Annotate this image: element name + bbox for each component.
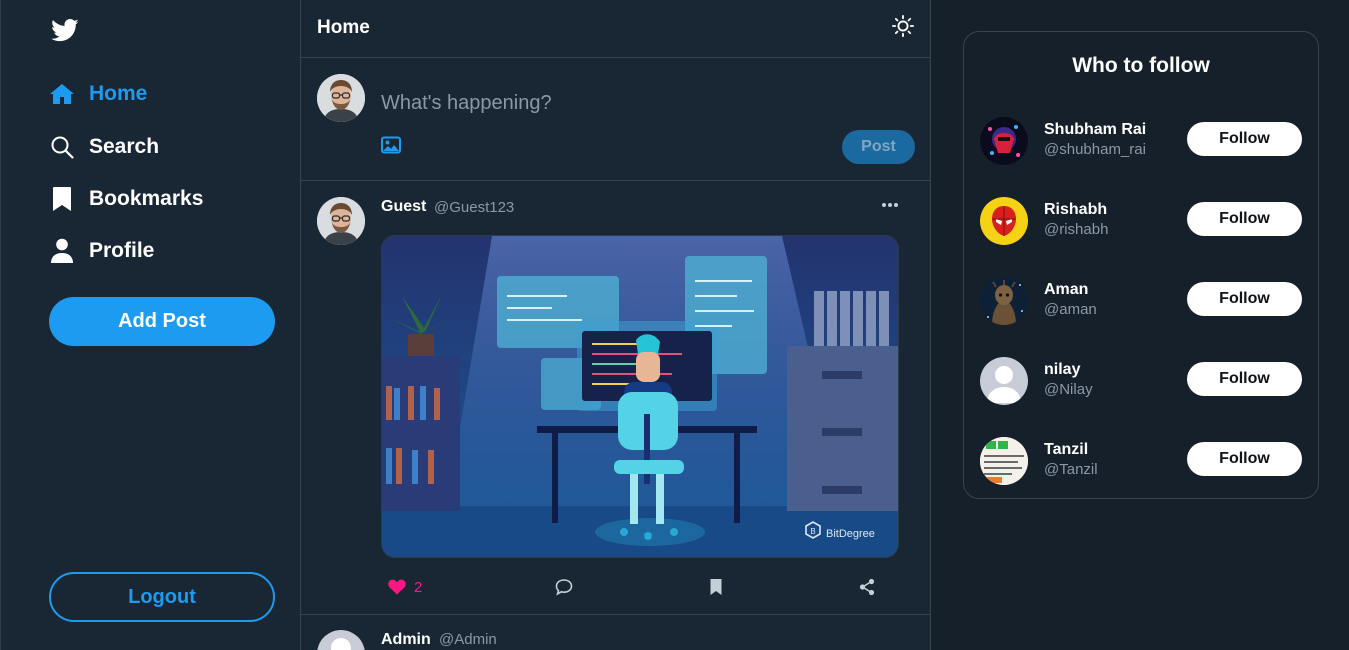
avatar[interactable] (980, 277, 1028, 325)
follow-button[interactable]: Follow (1187, 442, 1302, 476)
home-icon (49, 81, 75, 107)
like-count: 2 (414, 578, 423, 596)
follow-user-name: Tanzil (1044, 441, 1089, 458)
who-to-follow-panel: Who to follow Shubham Rai @shubham_rai F… (963, 31, 1319, 499)
reply-icon[interactable] (555, 577, 573, 597)
follow-button[interactable]: Follow (1187, 202, 1302, 236)
follow-button[interactable]: Follow (1187, 282, 1302, 316)
follow-button[interactable]: Follow (1187, 122, 1302, 156)
avatar[interactable] (317, 197, 365, 245)
page-title: Home (317, 17, 370, 38)
sidebar-item-search[interactable]: Search (49, 129, 159, 165)
avatar[interactable] (980, 357, 1028, 405)
avatar[interactable] (317, 630, 365, 650)
panel-title: Who to follow (1072, 54, 1210, 77)
share-icon[interactable] (859, 577, 875, 597)
avatar (317, 74, 365, 122)
image-icon[interactable] (381, 136, 401, 154)
developer-illustration: B BitDegree (382, 236, 898, 557)
more-options-icon[interactable] (881, 202, 899, 208)
follow-user-name: Aman (1044, 281, 1089, 298)
sidebar-item-label: Bookmarks (89, 187, 204, 210)
heart-icon (388, 579, 406, 595)
sidebar-item-label: Profile (89, 239, 155, 262)
avatar[interactable] (980, 117, 1028, 165)
follow-user-handle: @rishabh (1044, 221, 1109, 238)
sidebar-item-profile[interactable]: Profile (49, 233, 154, 269)
main-feed: Home What's happening? Post Guest @Guest… (300, 0, 931, 650)
tweet-image[interactable]: B BitDegree (381, 235, 899, 558)
sidebar-item-home[interactable]: Home (49, 76, 147, 112)
tweet-author-handle: @Admin (439, 631, 497, 648)
follow-user-name: nilay (1044, 361, 1081, 378)
follow-user-name: Rishabh (1044, 201, 1108, 218)
follow-suggestion: Aman @aman Follow (964, 275, 1318, 331)
svg-text:B: B (810, 527, 815, 536)
sidebar-item-label: Home (89, 82, 148, 105)
tweet-author-name[interactable]: Guest (381, 198, 426, 216)
profile-icon (49, 238, 75, 264)
sun-icon[interactable] (892, 15, 914, 37)
follow-suggestion: Shubham Rai @shubham_rai Follow (964, 115, 1318, 171)
bookmark-icon (49, 186, 75, 212)
avatar[interactable] (980, 437, 1028, 485)
feed-header: Home (301, 0, 930, 58)
follow-suggestion: Tanzil @Tanzil Follow (964, 435, 1318, 491)
add-post-button[interactable]: Add Post (49, 297, 275, 346)
post-button[interactable]: Post (842, 130, 915, 164)
follow-suggestion: nilay @Nilay Follow (964, 355, 1318, 411)
divider (301, 614, 930, 615)
follow-user-handle: @aman (1044, 301, 1097, 318)
follow-button[interactable]: Follow (1187, 362, 1302, 396)
sidebar-item-bookmarks[interactable]: Bookmarks (49, 181, 203, 217)
left-sidebar: Home Search Bookmarks Profile Add Post L… (0, 0, 300, 650)
tweet-author-handle: @Guest123 (434, 199, 515, 216)
avatar[interactable] (980, 197, 1028, 245)
logout-button[interactable]: Logout (49, 572, 275, 622)
compose-box: Post (301, 58, 930, 181)
follow-suggestion: Rishabh @rishabh Follow (964, 195, 1318, 251)
follow-user-name: Shubham Rai (1044, 121, 1147, 138)
tweet-author-name[interactable]: Admin (381, 631, 431, 649)
twitter-bird-icon[interactable] (48, 16, 82, 46)
like-button[interactable]: 2 (388, 577, 422, 597)
follow-user-handle: @Nilay (1044, 381, 1093, 398)
search-icon (49, 134, 75, 160)
sidebar-item-label: Search (89, 135, 160, 158)
bookmark-icon[interactable] (709, 577, 723, 597)
follow-user-handle: @shubham_rai (1044, 141, 1146, 158)
follow-user-handle: @Tanzil (1044, 461, 1098, 478)
image-caption: BitDegree (826, 528, 875, 540)
compose-input[interactable] (381, 86, 901, 120)
